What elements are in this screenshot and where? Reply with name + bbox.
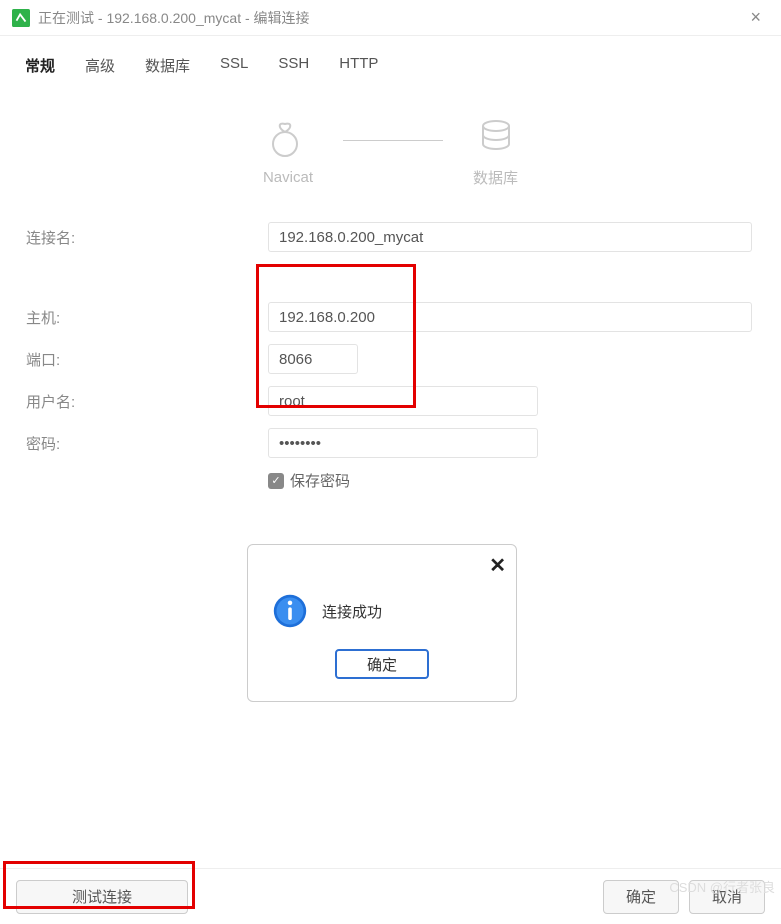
success-dialog: ✕ 连接成功 确定: [247, 544, 517, 702]
conn-name-label: 连接名:: [24, 227, 268, 248]
host-input[interactable]: [268, 302, 752, 332]
port-input[interactable]: [268, 344, 358, 374]
tab-http[interactable]: HTTP: [326, 44, 391, 86]
titlebar: 正在测试 - 192.168.0.200_mycat - 编辑连接 ×: [0, 0, 781, 36]
dialog-ok-button[interactable]: 确定: [335, 649, 429, 679]
conn-name-input[interactable]: [268, 222, 752, 252]
test-connection-button[interactable]: 测试连接: [16, 880, 188, 914]
watermark: CSDN @行者张良: [669, 877, 775, 896]
pass-label: 密码:: [24, 433, 268, 454]
navicat-icon: [268, 118, 308, 163]
connection-form: 连接名: 主机: 端口: 用户名: 密码:: [24, 222, 757, 491]
tab-ssh[interactable]: SSH: [265, 44, 322, 86]
save-pass-checkbox[interactable]: [268, 473, 284, 489]
diagram-left-label: Navicat: [263, 169, 313, 186]
content-area: Navicat 数据库 连接名: 主机: 端口:: [0, 86, 781, 868]
tab-general[interactable]: 常规: [12, 44, 68, 86]
window-title: 正在测试 - 192.168.0.200_mycat - 编辑连接: [38, 8, 742, 28]
dialog-close-icon[interactable]: ✕: [489, 553, 506, 578]
footer: 测试连接 确定 取消: [0, 868, 781, 924]
tab-advanced[interactable]: 高级: [72, 44, 128, 86]
database-icon: [476, 116, 516, 161]
diagram-line: [343, 140, 443, 141]
pass-input[interactable]: [268, 428, 538, 458]
connection-diagram: Navicat 数据库: [24, 116, 757, 188]
info-icon: [272, 593, 308, 629]
dialog-message: 连接成功: [322, 601, 382, 622]
ok-button[interactable]: 确定: [603, 880, 679, 914]
close-icon[interactable]: ×: [742, 3, 769, 32]
diagram-right-label: 数据库: [473, 167, 518, 188]
tabs: 常规 高级 数据库 SSL SSH HTTP: [0, 36, 781, 86]
tab-ssl[interactable]: SSL: [207, 44, 261, 86]
user-label: 用户名:: [24, 391, 268, 412]
user-input[interactable]: [268, 386, 538, 416]
host-label: 主机:: [24, 307, 268, 328]
tab-database[interactable]: 数据库: [132, 44, 203, 86]
save-pass-label: 保存密码: [290, 470, 350, 491]
app-icon: [12, 9, 30, 27]
edit-connection-window: 正在测试 - 192.168.0.200_mycat - 编辑连接 × 常规 高…: [0, 0, 781, 924]
port-label: 端口:: [24, 349, 268, 370]
